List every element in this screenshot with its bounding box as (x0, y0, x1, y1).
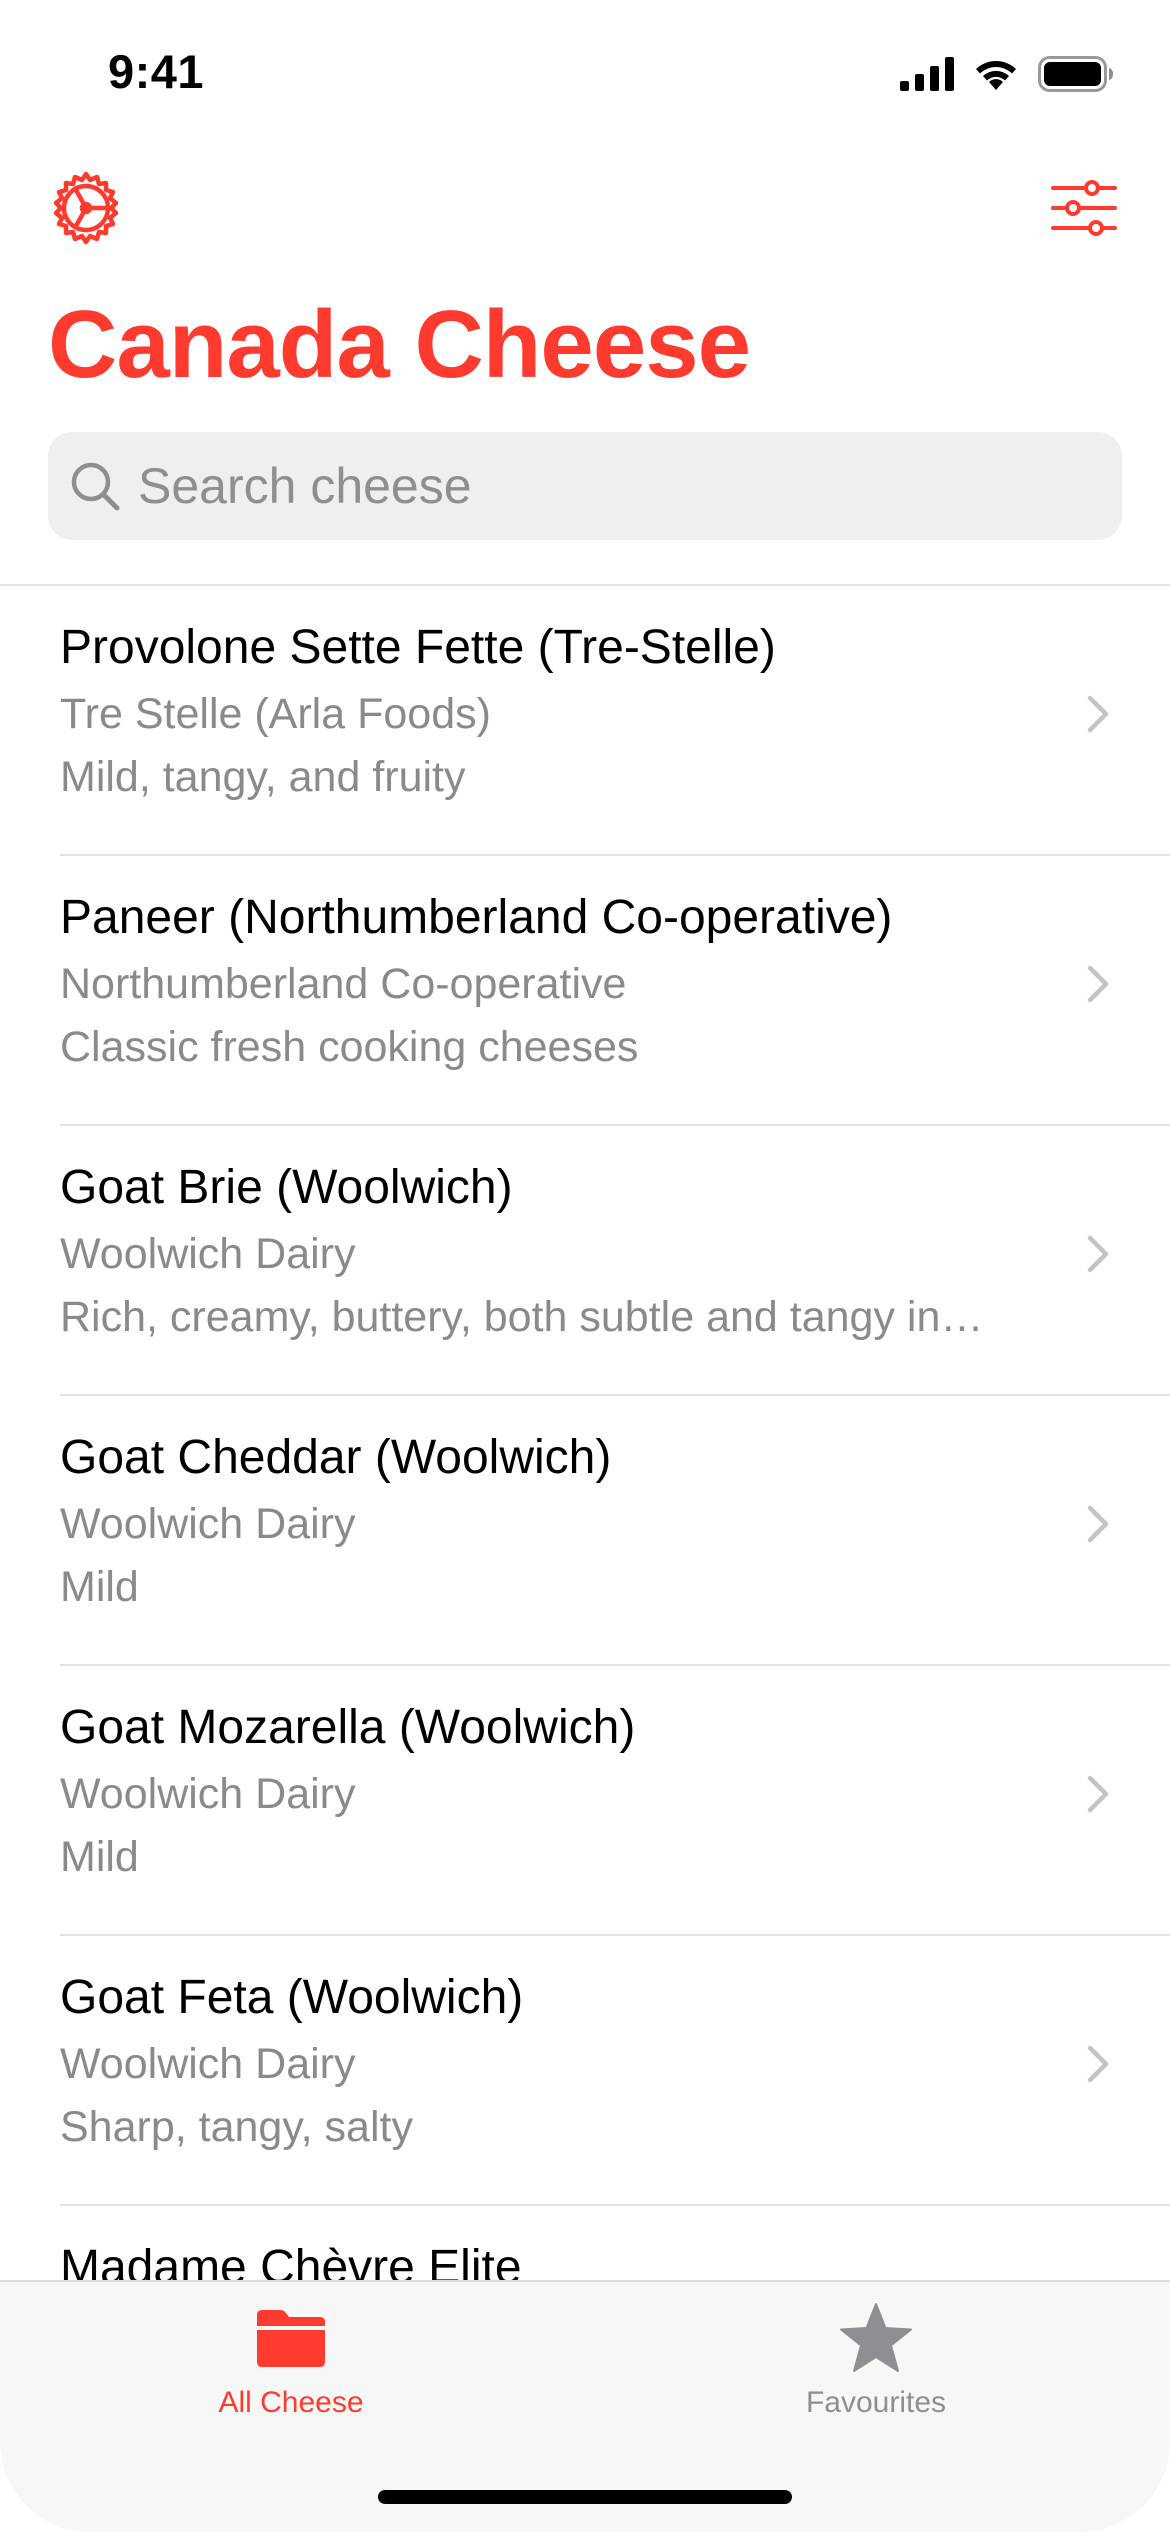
sliders-icon (1051, 180, 1117, 236)
search-icon (68, 459, 122, 513)
tab-bar: All Cheese Favourites (0, 2280, 1170, 2532)
chevron-right-icon (1087, 1505, 1109, 1543)
chevron-right-icon (1087, 1775, 1109, 1813)
cheese-maker: Northumberland Co-operative (60, 960, 627, 1008)
cheese-maker: Tre Stelle (Arla Foods) (60, 690, 491, 738)
folder-icon (251, 2302, 331, 2374)
tab-all-cheese[interactable]: All Cheese (141, 2302, 441, 2432)
list-item[interactable]: Goat Mozarella (Woolwich) Woolwich Dairy… (0, 1666, 1170, 1936)
list-item[interactable]: Goat Brie (Woolwich) Woolwich Dairy Rich… (0, 1126, 1170, 1396)
chevron-right-icon (1087, 695, 1109, 733)
cheese-flavour: Sharp, tangy, salty (60, 2103, 413, 2151)
chevron-right-icon (1087, 965, 1109, 1003)
cheese-name: Goat Feta (Woolwich) (60, 1971, 524, 2024)
wifi-icon (976, 61, 1016, 90)
cheese-maker: Woolwich Dairy (60, 1230, 356, 1278)
cheese-flavour: Rich, creamy, buttery, both subtle and t… (60, 1293, 984, 1341)
tab-favourites[interactable]: Favourites (726, 2302, 1026, 2432)
chevron-right-icon (1087, 2045, 1109, 2083)
cheese-maker: Woolwich Dairy (60, 2040, 356, 2088)
cheese-name: Goat Mozarella (Woolwich) (60, 1701, 636, 1754)
cheese-flavour: Mild (60, 1833, 139, 1881)
cheese-maker: Woolwich Dairy (60, 1500, 356, 1548)
settings-button[interactable] (44, 166, 128, 250)
list-item[interactable]: Paneer (Northumberland Co-operative) Nor… (0, 856, 1170, 1126)
tab-label: All Cheese (218, 2386, 364, 2419)
page-title: Canada Cheese (48, 291, 751, 398)
cheese-list[interactable]: Provolone Sette Fette (Tre-Stelle) Tre S… (0, 586, 1170, 2280)
status-icons (900, 52, 1114, 96)
cheese-name: Goat Brie (Woolwich) (60, 1161, 513, 1214)
cheese-name: Madame Chèvre Elite (60, 2241, 522, 2280)
chevron-right-icon (1087, 1235, 1109, 1273)
cheese-name: Paneer (Northumberland Co-operative) (60, 891, 893, 944)
cellular-signal-icon (900, 57, 954, 91)
cheese-flavour: Classic fresh cooking cheeses (60, 1023, 639, 1071)
status-time: 9:41 (108, 45, 205, 98)
cheese-name: Goat Cheddar (Woolwich) (60, 1431, 612, 1484)
list-item[interactable]: Provolone Sette Fette (Tre-Stelle) Tre S… (0, 586, 1170, 856)
cheese-flavour: Mild (60, 1563, 139, 1611)
cheese-name: Provolone Sette Fette (Tre-Stelle) (60, 621, 776, 674)
home-indicator[interactable] (378, 2490, 792, 2504)
cheese-flavour: Mild, tangy, and fruity (60, 753, 466, 801)
cheese-maker: Woolwich Dairy (60, 1770, 356, 1818)
filter-button[interactable] (1042, 166, 1126, 250)
gear-icon (53, 171, 119, 245)
list-item[interactable]: Goat Cheddar (Woolwich) Woolwich Dairy M… (0, 1396, 1170, 1666)
battery-icon (1038, 56, 1113, 92)
search-input[interactable] (138, 457, 1038, 515)
star-icon (836, 2302, 916, 2374)
status-bar: 9:41 (0, 0, 1170, 150)
list-item[interactable]: Madame Chèvre Elite (0, 2206, 1170, 2280)
list-item[interactable]: Goat Feta (Woolwich) Woolwich Dairy Shar… (0, 1936, 1170, 2206)
tab-label: Favourites (805, 2386, 947, 2419)
search-bar[interactable] (48, 432, 1122, 540)
